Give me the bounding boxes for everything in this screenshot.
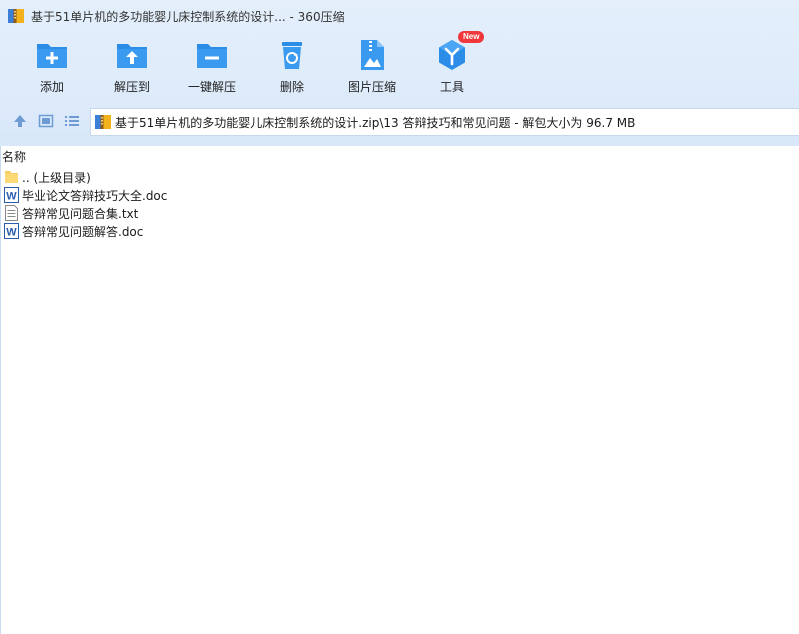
list-item-name: 答辩常见问题合集.txt [22, 206, 139, 221]
path-bar[interactable]: 基于51单片机的多功能婴儿床控制系统的设计.zip\13 答辩技巧和常见问题 -… [90, 108, 799, 136]
file-list-pane: 名称 .. (上级目录) W 毕业论文答辩技巧大全.doc 答辩常见问题合集.t… [0, 146, 799, 634]
tools-label: 工具 [439, 80, 464, 94]
extract-to-label: 解压到 [113, 80, 150, 94]
folder-icon [5, 171, 18, 183]
add-folder-icon [37, 44, 67, 68]
list-view-icon[interactable] [63, 112, 81, 130]
svg-text:W: W [6, 191, 17, 203]
title-bar: 基于51单片机的多功能婴儿床控制系统的设计... - 360压缩 [0, 0, 799, 32]
trash-icon [282, 42, 302, 69]
path-text: 基于51单片机的多功能婴儿床控制系统的设计.zip\13 答辩技巧和常见问题 -… [115, 115, 636, 130]
tools-cube-icon [439, 40, 465, 70]
list-item-file[interactable]: W 答辩常见问题解答.doc [4, 222, 167, 240]
tools-button[interactable]: New 工具 [412, 31, 492, 98]
window-title: 基于51单片机的多功能婴儿床控制系统的设计... - 360压缩 [31, 9, 345, 24]
list-item-parent-dir[interactable]: .. (上级目录) [4, 168, 167, 186]
list-item-file[interactable]: 答辩常见问题合集.txt [4, 204, 167, 222]
delete-label: 删除 [279, 80, 304, 94]
extract-to-button[interactable]: 解压到 [92, 38, 172, 98]
image-zip-icon [361, 40, 384, 70]
list-item-name: .. (上级目录) [22, 170, 91, 185]
image-compress-button[interactable]: 图片压缩 [332, 38, 412, 98]
delete-button[interactable]: 删除 [252, 38, 332, 98]
column-header-name[interactable]: 名称 [2, 148, 26, 165]
one-click-extract-button[interactable]: 一键解压 [172, 38, 252, 98]
up-arrow-icon[interactable] [11, 112, 29, 130]
new-badge: New [458, 31, 485, 43]
list-item-file[interactable]: W 毕业论文答辩技巧大全.doc [4, 186, 167, 204]
archive-app-icon [8, 9, 24, 23]
navigation-row: 基于51单片机的多功能婴儿床控制系统的设计.zip\13 答辩技巧和常见问题 -… [0, 108, 799, 136]
image-compress-label: 图片压缩 [347, 80, 396, 94]
thumbnail-view-icon[interactable] [37, 112, 55, 130]
archive-icon [95, 115, 111, 129]
svg-text:W: W [6, 227, 17, 239]
one-click-extract-icon [197, 44, 227, 68]
top-chrome: 基于51单片机的多功能婴儿床控制系统的设计... - 360压缩 添加 解压到 [0, 0, 799, 146]
add-button[interactable]: 添加 [12, 38, 92, 98]
text-file-icon [5, 205, 18, 221]
add-label: 添加 [39, 80, 64, 94]
word-doc-icon: W [4, 187, 19, 203]
list-item-name: 毕业论文答辩技巧大全.doc [22, 188, 168, 203]
extract-folder-icon [117, 44, 147, 68]
one-click-extract-label: 一键解压 [187, 80, 236, 94]
word-doc-icon: W [4, 223, 19, 239]
file-list: .. (上级目录) W 毕业论文答辩技巧大全.doc 答辩常见问题合集.txt … [4, 168, 167, 240]
list-item-name: 答辩常见问题解答.doc [22, 224, 144, 239]
